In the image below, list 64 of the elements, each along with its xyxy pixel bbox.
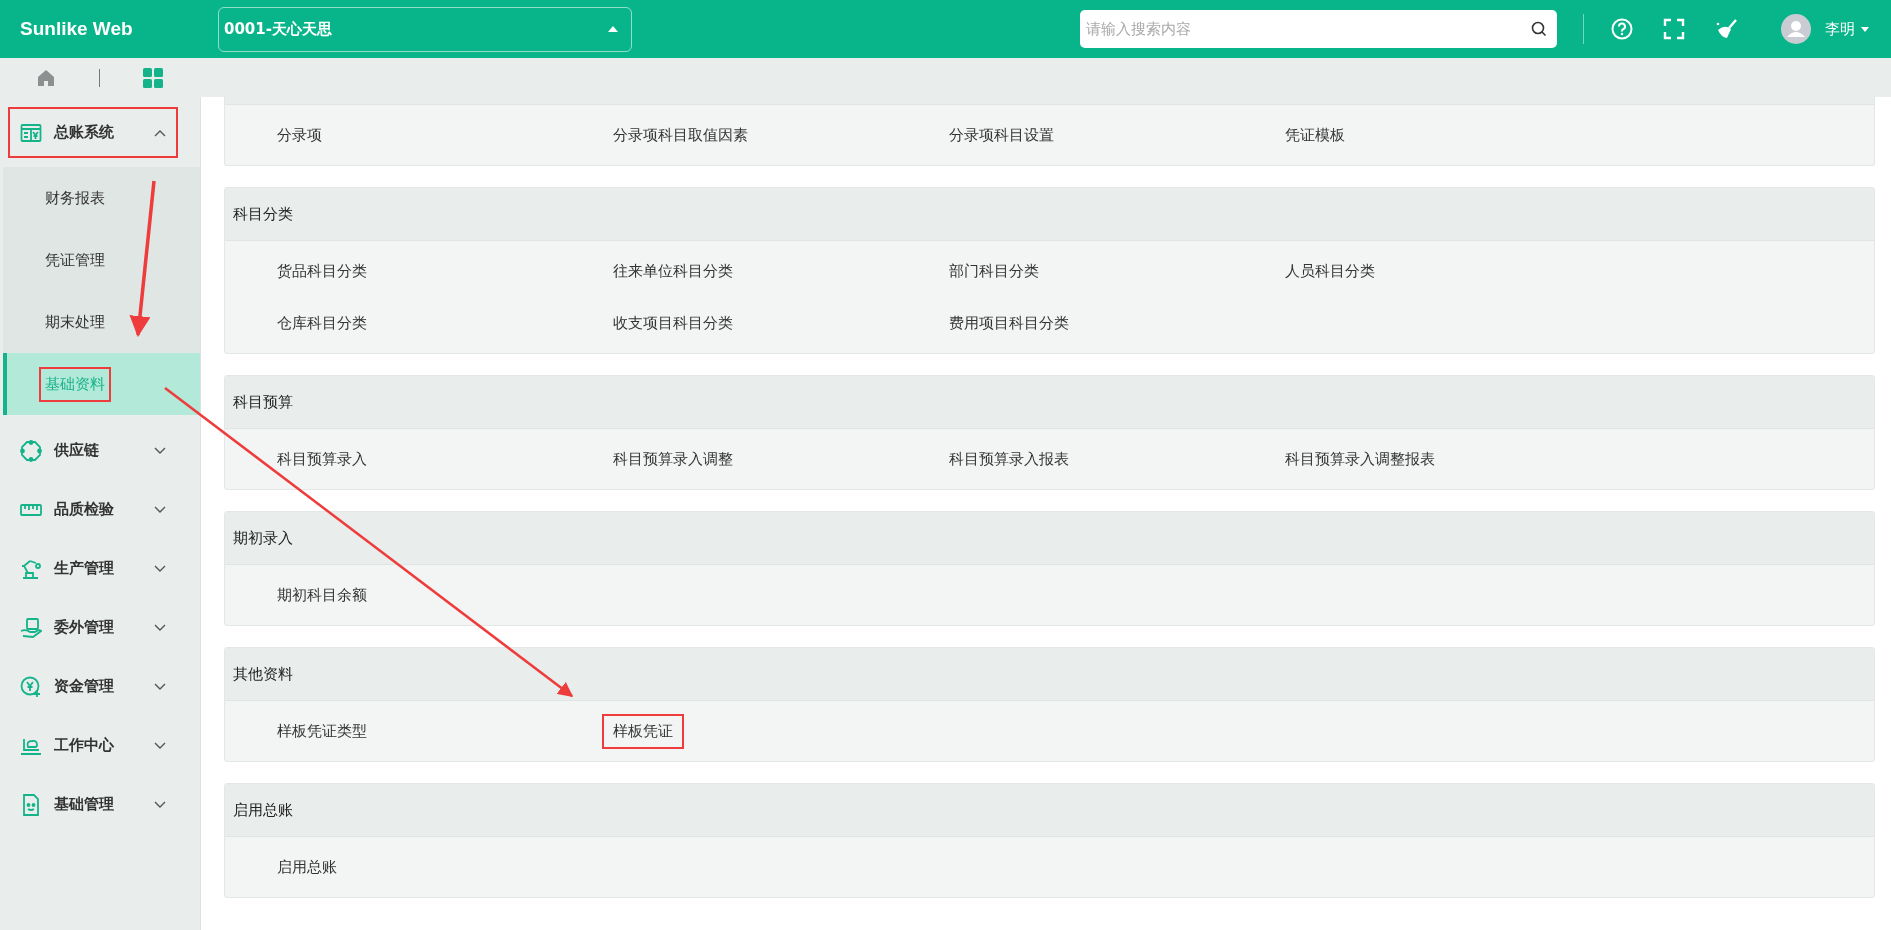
sidebar-item[interactable]: 基础管理 — [10, 781, 176, 828]
menu-link[interactable]: 收支项目科目分类 — [604, 307, 742, 339]
menu-link[interactable]: 仓库科目分类 — [268, 307, 376, 339]
menu-link[interactable]: 往来单位科目分类 — [604, 255, 742, 287]
sidebar-item[interactable]: 资金管理 — [10, 663, 176, 710]
help-icon[interactable] — [1611, 18, 1633, 40]
sidebar-item[interactable]: 总账系统 — [10, 109, 176, 156]
menu-link[interactable]: 分录项 — [268, 119, 331, 151]
gear-icon — [20, 439, 42, 462]
search-field[interactable]: 请输入搜索内容 — [1080, 10, 1557, 48]
menu-link[interactable]: 凭证模板 — [1276, 119, 1354, 151]
section-title: 期初录入 — [233, 528, 293, 548]
robot-arm-icon — [20, 557, 42, 580]
menu-link[interactable]: 科目预算录入报表 — [940, 443, 1078, 475]
app-title: Sunlike Web — [20, 18, 134, 40]
chevron-down-icon — [154, 682, 166, 691]
submenu-label: 凭证管理 — [44, 249, 106, 271]
avatar-icon[interactable] — [1781, 14, 1811, 44]
section-title: 科目分类 — [233, 204, 293, 224]
grid-icon[interactable] — [143, 67, 163, 88]
section-title: 启用总账 — [233, 800, 293, 820]
submenu-label: 期末处理 — [44, 311, 106, 333]
menu-link[interactable]: 科目预算录入 — [268, 443, 376, 475]
menu-link[interactable]: 分录项科目取值因素 — [604, 119, 757, 151]
chevron-down-icon — [154, 564, 166, 573]
submenu-item[interactable]: 期末处理 — [3, 291, 200, 353]
yen-coin-icon — [20, 675, 42, 698]
sidebar-item[interactable]: 生产管理 — [10, 545, 176, 592]
broom-icon[interactable] — [1715, 18, 1739, 40]
menu-link[interactable]: 科目预算录入调整报表 — [1276, 443, 1444, 475]
ledger-icon — [20, 121, 42, 144]
section-title: 科目预算 — [233, 392, 293, 412]
chevron-down-icon — [154, 741, 166, 750]
sidebar-item[interactable]: 品质检验 — [10, 486, 176, 533]
menu-link[interactable]: 分录项科目设置 — [940, 119, 1063, 151]
hand-screen-icon — [20, 616, 42, 639]
caret-icon — [1861, 26, 1869, 32]
home-icon[interactable] — [37, 68, 55, 87]
caret-icon — [608, 26, 618, 32]
menu-link[interactable]: 样板凭证 — [604, 715, 682, 747]
submenu-label: 财务报表 — [44, 187, 106, 209]
fullscreen-icon[interactable] — [1663, 18, 1685, 40]
search-icon — [1531, 21, 1547, 37]
submenu-item[interactable]: 财务报表 — [3, 167, 200, 229]
sidebar-item[interactable]: 工作中心 — [10, 722, 176, 769]
sidebar-item[interactable]: 供应链 — [10, 427, 176, 474]
chevron-down-icon — [154, 505, 166, 514]
menu-link[interactable]: 部门科目分类 — [940, 255, 1048, 287]
menu-link[interactable]: 人员科目分类 — [1276, 255, 1384, 287]
chevron-down-icon — [154, 623, 166, 632]
menu-link[interactable]: 科目预算录入调整 — [604, 443, 742, 475]
chevron-up-icon — [154, 128, 166, 137]
menu-link[interactable]: 费用项目科目分类 — [940, 307, 1078, 339]
chevron-down-icon — [154, 800, 166, 809]
menu-link[interactable]: 期初科目余额 — [268, 579, 376, 611]
chevron-down-icon — [154, 446, 166, 455]
menu-link[interactable]: 样板凭证类型 — [268, 715, 376, 747]
sidebar-item[interactable]: 委外管理 — [10, 604, 176, 651]
section-title: 其他资料 — [233, 664, 293, 684]
menu-link[interactable]: 启用总账 — [268, 851, 346, 883]
document-icon — [20, 793, 42, 816]
submenu-item[interactable]: 凭证管理 — [3, 229, 200, 291]
menu-link[interactable]: 货品科目分类 — [268, 255, 376, 287]
submenu-label: 基础资料 — [41, 368, 109, 400]
